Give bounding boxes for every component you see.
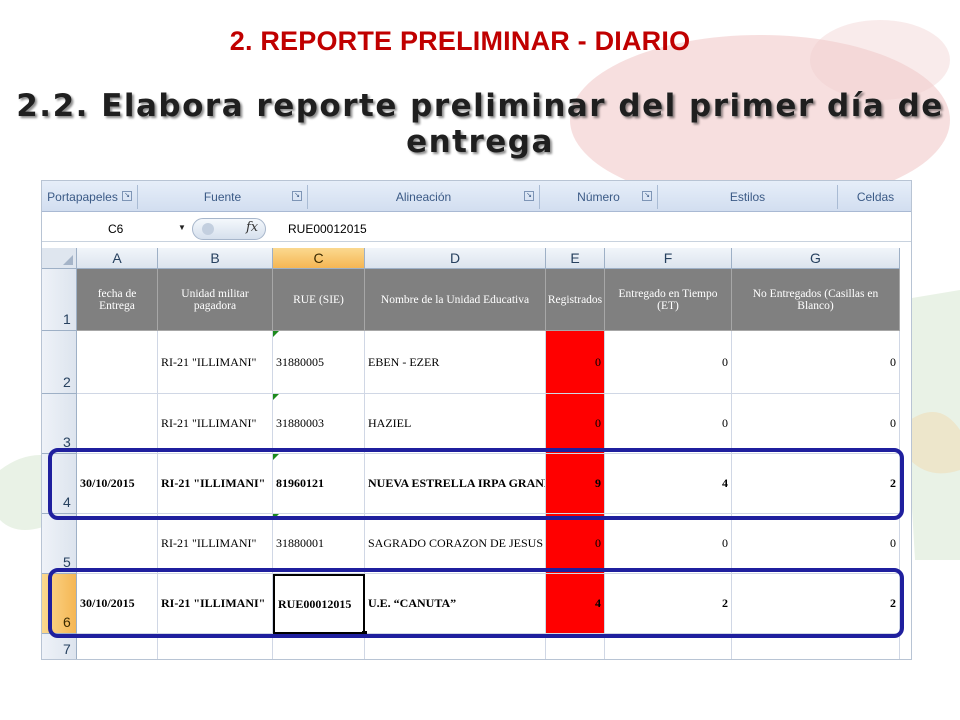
ribbon-group-estilos[interactable]: Estilos xyxy=(658,185,838,209)
table-cell[interactable]: 4 xyxy=(605,454,732,514)
name-box[interactable]: C6 xyxy=(56,219,188,239)
ribbon-group-numero[interactable]: Número ↘ xyxy=(540,185,658,209)
column-header-d[interactable]: D xyxy=(365,248,546,269)
table-cell[interactable]: 2 xyxy=(605,574,732,634)
table-cell[interactable]: 81960121 xyxy=(273,454,365,514)
table-cell[interactable]: 0 xyxy=(605,394,732,454)
column-header-b[interactable]: B xyxy=(158,248,273,269)
select-all-corner[interactable] xyxy=(42,248,77,269)
dialog-launcher-icon[interactable]: ↘ xyxy=(292,191,302,201)
table-cell[interactable]: RI-21 "ILLIMANI" xyxy=(158,394,273,454)
column-header-e[interactable]: E xyxy=(546,248,605,269)
formula-input[interactable]: RUE00012015 xyxy=(272,219,902,239)
table-cell[interactable] xyxy=(273,634,365,659)
table-cell[interactable]: U.E. “CANUTA” xyxy=(365,574,546,634)
table-cell[interactable] xyxy=(158,634,273,659)
dialog-launcher-icon[interactable]: ↘ xyxy=(524,191,534,201)
ribbon-group-alineacion[interactable]: Alineación ↘ xyxy=(308,185,540,209)
chevron-down-icon[interactable]: ▼ xyxy=(178,223,186,232)
ribbon-group-label: Estilos xyxy=(729,190,766,204)
row-header-6[interactable]: 6 xyxy=(42,574,77,634)
table-cell[interactable] xyxy=(546,634,605,659)
table-cell[interactable]: 0 xyxy=(732,394,900,454)
table-cell[interactable]: RI-21 "ILLIMANI" xyxy=(158,454,273,514)
error-indicator-icon xyxy=(273,331,279,337)
table-cell[interactable]: 31880005 xyxy=(273,331,365,394)
table-cell[interactable]: NUEVA ESTRELLA IRPA GRANDE xyxy=(365,454,546,514)
dialog-launcher-icon[interactable]: ↘ xyxy=(642,191,652,201)
dialog-launcher-icon[interactable]: ↘ xyxy=(122,191,132,201)
table-header-cell[interactable]: Registrados xyxy=(546,269,605,331)
table-header-cell[interactable]: No Entregados (Casillas en Blanco) xyxy=(732,269,900,331)
table-cell[interactable] xyxy=(77,331,158,394)
error-indicator-icon xyxy=(273,454,279,460)
spreadsheet-grid: A B C D E F G 1 2 3 4 5 6 7 fecha de Entrega Unidad mil… xyxy=(42,244,911,659)
table-header-cell[interactable]: Entregado en Tiempo (ET) xyxy=(605,269,732,331)
column-header-a[interactable]: A xyxy=(77,248,158,269)
table-cell[interactable]: 31880001 xyxy=(273,514,365,574)
error-indicator-icon xyxy=(273,514,279,520)
table-cell[interactable]: 30/10/2015 xyxy=(77,454,158,514)
table-header-cell[interactable]: Unidad militar pagadora xyxy=(158,269,273,331)
table-cell[interactable] xyxy=(605,634,732,659)
table-header-cell[interactable]: RUE (SIE) xyxy=(273,269,365,331)
table-cell[interactable]: 2 xyxy=(732,574,900,634)
table-cell[interactable]: HAZIEL xyxy=(365,394,546,454)
ribbon-group-label: Portapapeles xyxy=(47,190,118,204)
row-header-1[interactable]: 1 xyxy=(42,269,77,331)
table-cell[interactable]: 0 xyxy=(732,514,900,574)
ribbon: Portapapeles ↘ Fuente ↘ Alineación ↘ Núm… xyxy=(42,181,911,212)
table-cell[interactable]: 0 xyxy=(605,514,732,574)
table-cell[interactable] xyxy=(77,634,158,659)
error-indicator-icon xyxy=(273,394,279,400)
column-header-c[interactable]: C xyxy=(273,248,365,269)
table-cell[interactable]: 2 xyxy=(732,454,900,514)
table-cell[interactable]: 0 xyxy=(732,331,900,394)
ribbon-group-label: Alineación xyxy=(395,190,452,204)
table-cell[interactable] xyxy=(77,394,158,454)
table-cell[interactable]: 30/10/2015 xyxy=(77,574,158,634)
table-cell[interactable]: RI-21 "ILLIMANI" xyxy=(158,574,273,634)
table-cell[interactable]: 0 xyxy=(546,514,605,574)
ribbon-group-label: Fuente xyxy=(203,190,242,204)
fill-handle[interactable] xyxy=(362,631,367,636)
table-cell[interactable] xyxy=(77,514,158,574)
formula-bar: C6 ▼ fx RUE00012015 xyxy=(42,216,911,242)
ribbon-group-portapapeles[interactable]: Portapapeles ↘ xyxy=(42,185,138,209)
table-cell[interactable]: EBEN - EZER xyxy=(365,331,546,394)
row-header-5[interactable]: 5 xyxy=(42,514,77,574)
table-cell[interactable]: RI-21 "ILLIMANI" xyxy=(158,514,273,574)
column-header-f[interactable]: F xyxy=(605,248,732,269)
row-header-7[interactable]: 7 xyxy=(42,634,77,659)
table-cell[interactable]: 0 xyxy=(605,331,732,394)
fx-icon[interactable]: fx xyxy=(246,220,258,235)
table-cell[interactable] xyxy=(732,634,900,659)
table-cell[interactable]: 31880003 xyxy=(273,394,365,454)
table-cell[interactable]: 9 xyxy=(546,454,605,514)
table-cell[interactable]: RI-21 "ILLIMANI" xyxy=(158,331,273,394)
ribbon-group-fuente[interactable]: Fuente ↘ xyxy=(138,185,308,209)
ribbon-group-label: Celdas xyxy=(856,190,895,204)
ribbon-group-label: Número xyxy=(577,190,620,204)
table-cell[interactable] xyxy=(365,634,546,659)
selected-cell[interactable]: RUE00012015 xyxy=(273,574,365,634)
ribbon-group-celdas[interactable]: Celdas xyxy=(838,185,911,209)
slide-title: 2. REPORTE PRELIMINAR - DIARIO xyxy=(229,26,691,56)
table-cell[interactable]: SAGRADO CORAZON DE JESUS xyxy=(365,514,546,574)
table-header-cell[interactable]: Nombre de la Unidad Educativa xyxy=(365,269,546,331)
row-header-2[interactable]: 2 xyxy=(42,331,77,394)
row-header-3[interactable]: 3 xyxy=(42,394,77,454)
table-cell[interactable]: 0 xyxy=(546,331,605,394)
column-header-g[interactable]: G xyxy=(732,248,900,269)
table-cell[interactable]: 4 xyxy=(546,574,605,634)
excel-window: Portapapeles ↘ Fuente ↘ Alineación ↘ Núm… xyxy=(41,180,912,660)
row-header-4[interactable]: 4 xyxy=(42,454,77,514)
table-cell[interactable]: 0 xyxy=(546,394,605,454)
table-header-cell[interactable]: fecha de Entrega xyxy=(77,269,158,331)
slide-subtitle: 2.2. Elabora reporte preliminar del prim… xyxy=(16,88,944,160)
